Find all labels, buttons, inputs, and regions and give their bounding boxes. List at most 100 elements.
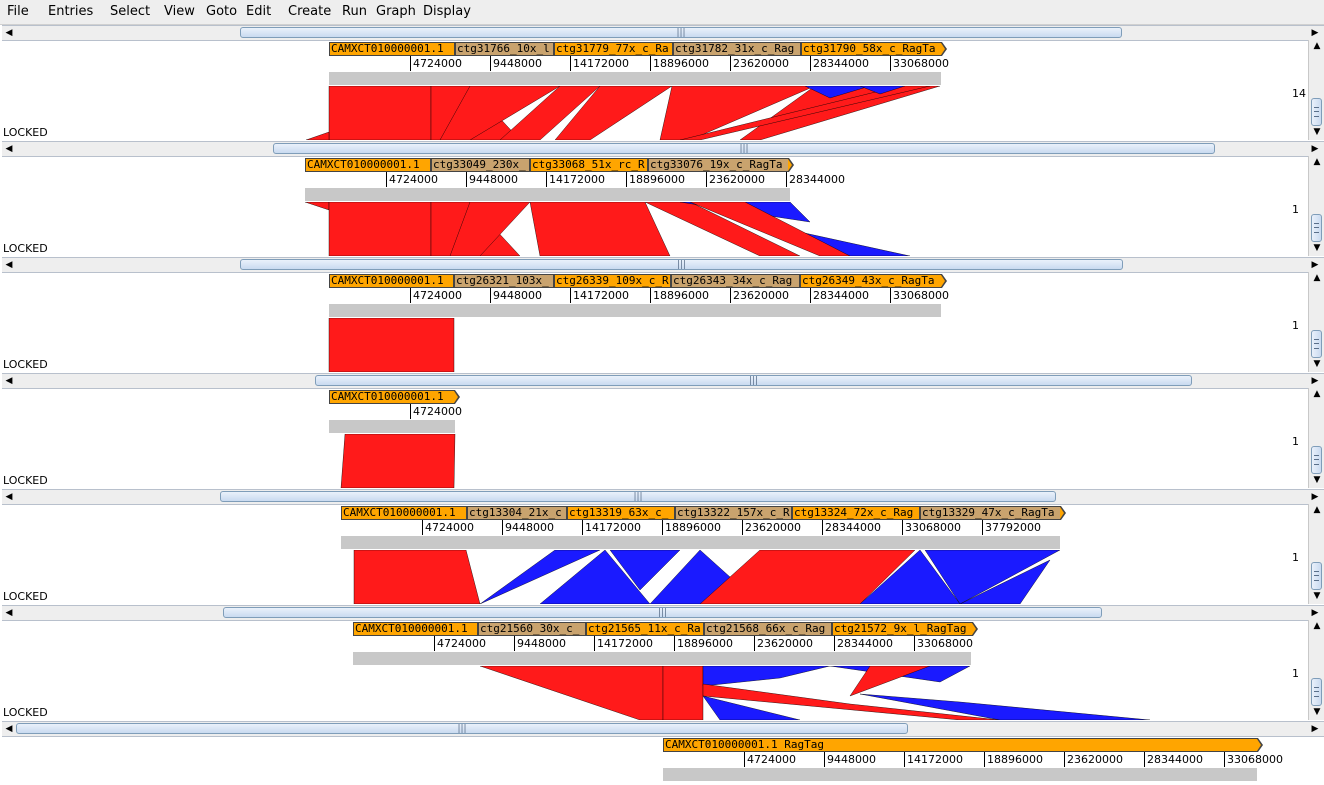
- scroll-up-arrow-icon[interactable]: ▲: [1309, 40, 1324, 52]
- feature-3[interactable]: ctg21568_66x_c_Rag: [704, 622, 832, 636]
- scroll-right-arrow-icon[interactable]: ▶: [1308, 374, 1322, 388]
- grip-icon: |||: [676, 28, 686, 38]
- horizontal-scrollbar[interactable]: ◀ ▶ |||: [2, 605, 1324, 621]
- scroll-thumb[interactable]: [1311, 214, 1322, 242]
- vertical-scrollbar[interactable]: ▲ ▼: [1308, 388, 1324, 488]
- menu-run[interactable]: Run: [342, 4, 367, 19]
- feature-end-arrow-icon: [1060, 506, 1066, 520]
- scroll-thumb[interactable]: |||: [16, 723, 908, 734]
- scroll-right-arrow-icon[interactable]: ▶: [1308, 142, 1322, 156]
- scroll-left-arrow-icon[interactable]: ◀: [2, 258, 16, 272]
- scroll-down-arrow-icon[interactable]: ▼: [1309, 590, 1324, 602]
- scroll-left-arrow-icon[interactable]: ◀: [2, 26, 16, 40]
- scroll-right-arrow-icon[interactable]: ▶: [1308, 26, 1322, 40]
- feature-0[interactable]: CAMXCT010000001.1 RagTag: [663, 738, 1258, 752]
- scroll-thumb[interactable]: |||: [315, 375, 1192, 386]
- scroll-up-arrow-icon[interactable]: ▲: [1309, 156, 1324, 168]
- menu-select[interactable]: Select: [110, 4, 150, 19]
- scroll-down-arrow-icon[interactable]: ▼: [1309, 126, 1324, 138]
- ruler-tick: 14172000: [546, 172, 605, 187]
- horizontal-scrollbar[interactable]: ◀ ▶ |||: [2, 721, 1324, 737]
- scroll-left-arrow-icon[interactable]: ◀: [2, 374, 16, 388]
- vertical-scrollbar[interactable]: ▲ ▼: [1308, 272, 1324, 372]
- menu-goto[interactable]: Goto: [206, 4, 237, 19]
- menu-edit[interactable]: Edit: [246, 4, 271, 19]
- feature-4[interactable]: ctg21572_9x_l_RagTag: [832, 622, 973, 636]
- scroll-down-arrow-icon[interactable]: ▼: [1309, 358, 1324, 370]
- scroll-thumb[interactable]: |||: [273, 143, 1215, 154]
- vertical-scrollbar[interactable]: ▲ ▼: [1308, 40, 1324, 140]
- feature-3[interactable]: ctg33076_19x_c_RagTa: [648, 158, 789, 172]
- ruler-tick: 28344000: [1144, 752, 1203, 767]
- feature-2[interactable]: ctg21565_11x_c_Ra: [586, 622, 704, 636]
- feature-1[interactable]: ctg13304_21x_c: [467, 506, 567, 520]
- ruler-tick: 4724000: [386, 172, 438, 187]
- feature-1[interactable]: ctg26321_103x_: [454, 274, 554, 288]
- vertical-scrollbar[interactable]: ▲ ▼: [1308, 504, 1324, 604]
- scroll-right-arrow-icon[interactable]: ▶: [1308, 722, 1322, 736]
- feature-0[interactable]: CAMXCT010000001.1: [305, 158, 431, 172]
- scroll-down-arrow-icon[interactable]: ▼: [1309, 242, 1324, 254]
- scroll-left-arrow-icon[interactable]: ◀: [2, 606, 16, 620]
- vertical-scrollbar[interactable]: ▲ ▼: [1308, 156, 1324, 256]
- menu-display[interactable]: Display: [423, 4, 471, 19]
- scroll-down-arrow-icon[interactable]: ▼: [1309, 474, 1324, 486]
- scroll-thumb[interactable]: |||: [223, 607, 1102, 618]
- ruler-tick: 18896000: [626, 172, 685, 187]
- feature-0[interactable]: CAMXCT010000001.1: [329, 274, 454, 288]
- scroll-up-arrow-icon[interactable]: ▲: [1309, 504, 1324, 516]
- feature-4[interactable]: ctg31790_58x_c_RagTa: [801, 42, 942, 56]
- scroll-right-arrow-icon[interactable]: ▶: [1308, 258, 1322, 272]
- scroll-up-arrow-icon[interactable]: ▲: [1309, 620, 1324, 632]
- feature-1[interactable]: ctg31766_10x_l: [455, 42, 554, 56]
- scroll-thumb[interactable]: [1311, 446, 1322, 474]
- menu-view[interactable]: View: [164, 4, 195, 19]
- scroll-thumb[interactable]: [1311, 678, 1322, 706]
- scroll-thumb[interactable]: |||: [220, 491, 1056, 502]
- feature-2[interactable]: ctg31779_77x_c_Ra: [554, 42, 673, 56]
- feature-1[interactable]: ctg33049_230x_: [431, 158, 530, 172]
- scroll-thumb[interactable]: |||: [240, 27, 1122, 38]
- feature-0[interactable]: CAMXCT010000001.1: [329, 42, 455, 56]
- scroll-right-arrow-icon[interactable]: ▶: [1308, 606, 1322, 620]
- horizontal-scrollbar[interactable]: ◀ ▶ |||: [2, 489, 1324, 505]
- feature-3[interactable]: ctg13322_157x_c_R: [675, 506, 792, 520]
- horizontal-scrollbar[interactable]: ◀ ▶ |||: [2, 257, 1324, 273]
- menu-file[interactable]: File: [7, 4, 29, 19]
- feature-3[interactable]: ctg31782_31x_c_Rag: [673, 42, 801, 56]
- scroll-right-arrow-icon[interactable]: ▶: [1308, 490, 1322, 504]
- feature-2[interactable]: ctg26339_109x_c_R: [554, 274, 671, 288]
- comparison-panel-3: [328, 318, 455, 372]
- scroll-down-arrow-icon[interactable]: ▼: [1309, 706, 1324, 718]
- scroll-up-arrow-icon[interactable]: ▲: [1309, 272, 1324, 284]
- menu-graph[interactable]: Graph: [376, 4, 416, 19]
- scroll-thumb[interactable]: [1311, 562, 1322, 590]
- scroll-left-arrow-icon[interactable]: ◀: [2, 722, 16, 736]
- horizontal-scrollbar[interactable]: ◀ ▶ |||: [2, 141, 1324, 157]
- menu-create[interactable]: Create: [288, 4, 331, 19]
- feature-4[interactable]: ctg13324_72x_c_Rag: [792, 506, 920, 520]
- scroll-thumb[interactable]: [1311, 98, 1322, 126]
- scroll-left-arrow-icon[interactable]: ◀: [2, 142, 16, 156]
- feature-0[interactable]: CAMXCT010000001.1: [353, 622, 478, 636]
- feature-2[interactable]: ctg13319_63x_c_: [567, 506, 675, 520]
- feature-0[interactable]: CAMXCT010000001.1: [329, 390, 455, 404]
- feature-4[interactable]: ctg26349_43x_c_RagTa: [800, 274, 942, 288]
- ruler-tick: 33068000: [914, 636, 973, 651]
- comparison-panel-5: [353, 550, 1061, 604]
- scroll-up-arrow-icon[interactable]: ▲: [1309, 388, 1324, 400]
- feature-1[interactable]: ctg21560_30x_c_: [478, 622, 586, 636]
- scroll-left-arrow-icon[interactable]: ◀: [2, 490, 16, 504]
- scroll-thumb[interactable]: |||: [240, 259, 1123, 270]
- menu-entries[interactable]: Entries: [48, 4, 93, 19]
- feature-2[interactable]: ctg33068_51x_rc_R: [530, 158, 648, 172]
- scroll-thumb[interactable]: [1311, 330, 1322, 358]
- vertical-scrollbar[interactable]: ▲ ▼: [1308, 620, 1324, 720]
- horizontal-scrollbar[interactable]: ◀ ▶ |||: [2, 373, 1324, 389]
- feature-0[interactable]: CAMXCT010000001.1: [341, 506, 467, 520]
- comparison-panel-2: [304, 202, 911, 256]
- feature-5[interactable]: ctg13329_47x_c_RagTa: [920, 506, 1061, 520]
- sequence-bar: [353, 652, 971, 665]
- feature-3[interactable]: ctg26343_34x_c_Rag: [671, 274, 800, 288]
- horizontal-scrollbar[interactable]: ◀ ▶ |||: [2, 25, 1324, 41]
